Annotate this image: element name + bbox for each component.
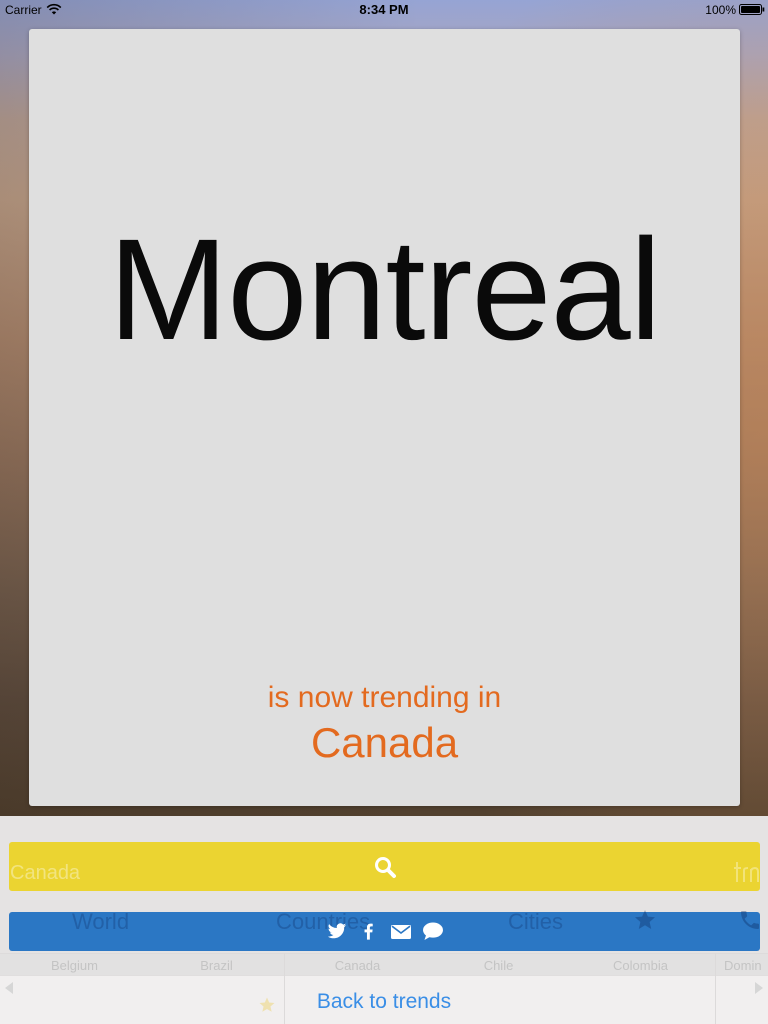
app-logo-icon bbox=[733, 858, 760, 886]
action-panel: Canada World Countries Cities Belgium Br… bbox=[0, 816, 768, 1024]
star-icon bbox=[633, 908, 657, 932]
phone-icon bbox=[738, 908, 762, 932]
country-item: Canada bbox=[334, 958, 381, 973]
twitter-icon bbox=[327, 923, 346, 939]
back-to-trends-link[interactable]: Back to trends bbox=[309, 990, 459, 1014]
chat-icon bbox=[422, 922, 443, 941]
battery-percentage: 100% bbox=[705, 3, 736, 17]
search-icon bbox=[373, 855, 397, 879]
trend-subtitle: is now trending in bbox=[267, 681, 502, 714]
battery-icon bbox=[739, 4, 765, 15]
screen: Carrier 8:34 PM 100% Montreal is now tre… bbox=[0, 0, 768, 1024]
star-icon bbox=[258, 996, 276, 1014]
country-item: Belgium bbox=[51, 958, 98, 973]
share-mail-button[interactable] bbox=[385, 912, 417, 951]
arrow-right-icon bbox=[754, 981, 764, 995]
divider bbox=[715, 953, 716, 1024]
trend-card: Montreal is now trending in Canada bbox=[29, 29, 740, 806]
arrow-left-icon bbox=[4, 981, 14, 995]
country-item: Chile bbox=[483, 958, 514, 973]
carrier-label: Carrier bbox=[5, 3, 42, 17]
share-facebook-button[interactable] bbox=[353, 912, 385, 951]
trend-title: Montreal bbox=[108, 209, 661, 370]
trend-location: Canada bbox=[310, 719, 459, 766]
search-button[interactable] bbox=[9, 842, 760, 891]
facebook-icon bbox=[364, 923, 373, 940]
country-item: Domin bbox=[724, 959, 762, 972]
country-item: Brazil bbox=[200, 958, 233, 973]
share-message-button[interactable] bbox=[417, 912, 449, 951]
country-item: Colombia bbox=[613, 958, 668, 973]
background-tab-world: World bbox=[72, 909, 130, 934]
background-search-value: Canada bbox=[10, 862, 81, 884]
mail-icon bbox=[390, 924, 411, 939]
status-bar: Carrier 8:34 PM 100% bbox=[0, 0, 768, 20]
background-tab-cities: Cities bbox=[508, 909, 564, 934]
wifi-icon bbox=[46, 3, 62, 15]
clock: 8:34 PM bbox=[359, 2, 409, 17]
share-twitter-button[interactable] bbox=[321, 912, 353, 951]
